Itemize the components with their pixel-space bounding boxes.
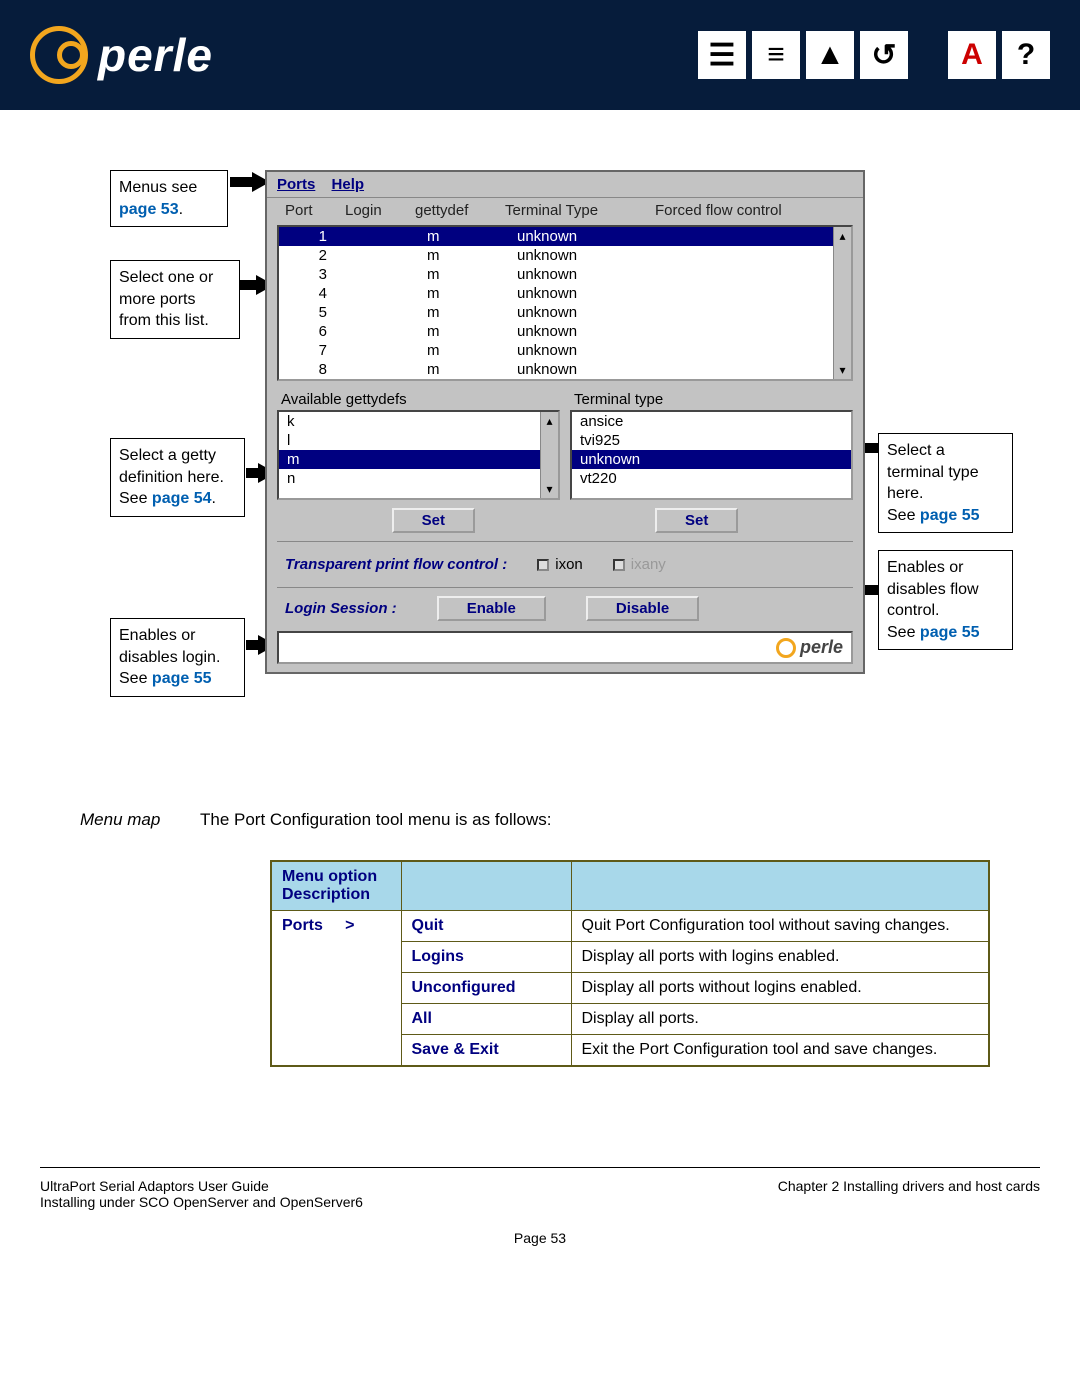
- brand-text: perle: [98, 28, 213, 82]
- footer-guide-title: UltraPort Serial Adaptors User Guide: [40, 1178, 363, 1194]
- list-item[interactable]: ansice: [572, 412, 851, 431]
- up-icon[interactable]: ▲: [806, 31, 854, 79]
- table-row[interactable]: 4munknown: [279, 284, 851, 303]
- disable-button[interactable]: Disable: [586, 596, 699, 621]
- set-getty-button[interactable]: Set: [392, 508, 475, 533]
- table-row[interactable]: 6munknown: [279, 322, 851, 341]
- gettydefs-list[interactable]: klmn▴▾: [277, 410, 560, 500]
- table-row[interactable]: 7munknown: [279, 341, 851, 360]
- table-row[interactable]: 3munknown: [279, 265, 851, 284]
- callout-term-type: Select a terminal type here. See page 55: [878, 433, 1013, 533]
- list-item[interactable]: k: [279, 412, 558, 431]
- ixon-checkbox[interactable]: ixon: [537, 556, 583, 573]
- port-config-window: Ports Help Port Login gettydef Terminal …: [265, 170, 865, 674]
- list-item[interactable]: m: [279, 450, 558, 469]
- gettydefs-panel: Available gettydefs klmn▴▾: [277, 389, 560, 500]
- page-header: perle ☰ ≡ ▲ ↺ A ?: [0, 0, 1080, 110]
- table-row: Ports >QuitQuit Port Configuration tool …: [271, 911, 989, 942]
- table-row[interactable]: 1munknown: [279, 227, 851, 246]
- footer-section: Installing under SCO OpenServer and Open…: [40, 1194, 363, 1210]
- list-item[interactable]: tvi925: [572, 431, 851, 450]
- link-page-55c[interactable]: page 55: [920, 624, 980, 641]
- window-footer-logo: perle: [277, 631, 853, 664]
- menu-ports[interactable]: Ports: [277, 176, 315, 193]
- transparent-print-flow-control: Transparent print flow control : ixon ix…: [277, 541, 853, 588]
- menu-map-section: Menu map The Port Configuration tool men…: [40, 810, 1040, 830]
- scrollbar-icon[interactable]: ▴▾: [540, 412, 558, 498]
- list-item[interactable]: n: [279, 469, 558, 488]
- column-headers: Port Login gettydef Terminal Type Forced…: [267, 198, 863, 223]
- callout-select-getty: Select a getty definition here. See page…: [110, 438, 245, 517]
- undo-icon[interactable]: ↺: [860, 31, 908, 79]
- table-row[interactable]: 5munknown: [279, 303, 851, 322]
- ixany-checkbox[interactable]: ixany: [613, 556, 666, 573]
- th-menu-option: Menu option Description: [271, 861, 401, 911]
- terminal-type-panel: Terminal type ansicetvi925unknownvt220: [570, 389, 853, 500]
- port-list[interactable]: 1munknown2munknown3munknown4munknown5mun…: [277, 225, 853, 381]
- page-footer: UltraPort Serial Adaptors User Guide Ins…: [40, 1167, 1040, 1210]
- link-page-55b[interactable]: page 55: [920, 507, 980, 524]
- menu-help[interactable]: Help: [332, 176, 365, 193]
- annotated-diagram: Menus see page 53. Select one or more po…: [40, 170, 1040, 770]
- logo-ring-icon: [30, 26, 88, 84]
- footer-chapter: Chapter 2 Installing drivers and host ca…: [778, 1178, 1040, 1210]
- toc-icon[interactable]: ☰: [698, 31, 746, 79]
- callout-select-ports: Select one or more ports from this list.: [110, 260, 240, 339]
- login-session-row: Login Session : Enable Disable: [277, 592, 853, 625]
- font-icon[interactable]: A: [948, 31, 996, 79]
- list-item[interactable]: vt220: [572, 469, 851, 488]
- set-term-button[interactable]: Set: [655, 508, 738, 533]
- menu-map-label: Menu map: [40, 810, 200, 830]
- table-row[interactable]: 2munknown: [279, 246, 851, 265]
- menu-map-table: Menu option Description Ports >QuitQuit …: [270, 860, 990, 1067]
- help-icon[interactable]: ?: [1002, 31, 1050, 79]
- list-item[interactable]: unknown: [572, 450, 851, 469]
- scrollbar-icon[interactable]: ▴▾: [833, 227, 851, 379]
- list-item[interactable]: l: [279, 431, 558, 450]
- page-number: Page 53: [0, 1230, 1080, 1246]
- brand-logo: perle: [30, 26, 213, 84]
- callout-menus: Menus see page 53.: [110, 170, 228, 227]
- menu-map-intro: The Port Configuration tool menu is as f…: [200, 810, 552, 830]
- callout-login: Enables or disables login. See page 55: [110, 618, 245, 697]
- header-toolbar: ☰ ≡ ▲ ↺ A ?: [698, 31, 1050, 79]
- enable-button[interactable]: Enable: [437, 596, 546, 621]
- link-page-53[interactable]: page 53: [119, 201, 179, 218]
- table-row[interactable]: 8munknown: [279, 360, 851, 379]
- logo-ring-icon: [776, 638, 796, 658]
- link-page-54[interactable]: page 54: [152, 490, 212, 507]
- terminal-type-list[interactable]: ansicetvi925unknownvt220: [570, 410, 853, 500]
- menubar: Ports Help: [267, 172, 863, 198]
- callout-flow: Enables or disables flow control. See pa…: [878, 550, 1013, 650]
- link-page-55[interactable]: page 55: [152, 670, 212, 687]
- list-icon[interactable]: ≡: [752, 31, 800, 79]
